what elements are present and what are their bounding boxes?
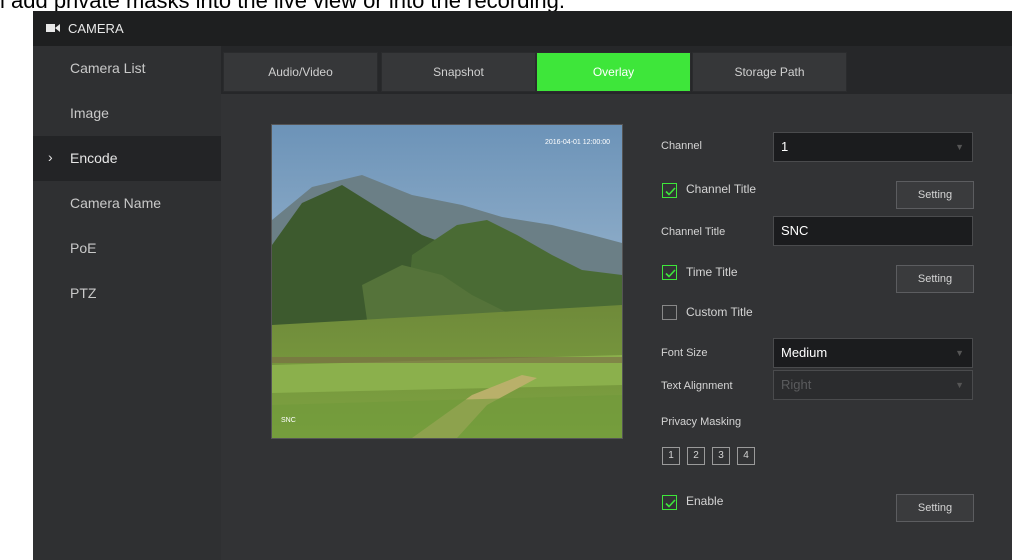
privacy-masking-setting-button[interactable]: Setting <box>896 494 974 522</box>
sidebar-item-camera-list[interactable]: Camera List <box>33 46 221 91</box>
sidebar-item-label: Camera List <box>70 60 146 76</box>
chevron-down-icon: ▼ <box>955 348 964 358</box>
landscape-preview-image <box>272 125 622 438</box>
channel-select[interactable]: 1 ▼ <box>773 132 973 162</box>
enable-checkbox-label: Enable <box>686 494 724 508</box>
chevron-right-icon: › <box>48 149 53 165</box>
window-title: CAMERA <box>68 21 124 36</box>
sidebar-item-poe[interactable]: PoE <box>33 226 221 271</box>
sidebar-item-label: Encode <box>70 150 118 166</box>
sidebar: Camera List Image › Encode Camera Name P… <box>33 46 221 560</box>
sidebar-item-encode[interactable]: › Encode <box>33 136 221 181</box>
channel-title-checkbox-label: Channel Title <box>686 182 757 196</box>
sidebar-item-label: PTZ <box>70 285 97 301</box>
font-size-select-value: Medium <box>781 345 828 360</box>
channel-title-setting-button[interactable]: Setting <box>896 181 974 209</box>
chevron-down-icon: ▼ <box>955 142 964 152</box>
camera-settings-window: CAMERA Camera List Image › Encode Camera… <box>33 11 1012 560</box>
sidebar-item-camera-name[interactable]: Camera Name <box>33 181 221 226</box>
time-title-checkbox[interactable] <box>662 265 677 280</box>
font-size-label: Font Size <box>661 347 708 359</box>
tab-audio-video[interactable]: Audio/Video <box>223 52 378 92</box>
custom-title-checkbox-label: Custom Title <box>686 305 753 319</box>
privacy-mask-1-button[interactable]: 1 <box>662 447 680 465</box>
checkmark-icon <box>665 187 676 196</box>
checkmark-icon <box>665 499 676 508</box>
title-bar: CAMERA <box>33 11 1012 46</box>
channel-label: Channel <box>661 140 702 152</box>
sidebar-item-label: Camera Name <box>70 195 162 211</box>
sidebar-item-image[interactable]: Image <box>33 91 221 136</box>
overlay-panel: 2016-04-01 12:00:00 SNC Channel 1 ▼ Chan… <box>221 94 1012 560</box>
osd-channel-title: SNC <box>281 417 296 424</box>
font-size-select[interactable]: Medium ▼ <box>773 338 973 368</box>
text-alignment-select-value: Right <box>781 377 812 392</box>
checkmark-icon <box>665 269 676 278</box>
channel-title-input[interactable]: SNC <box>773 216 973 246</box>
custom-title-checkbox[interactable] <box>662 305 677 320</box>
sidebar-item-label: Image <box>70 105 109 121</box>
osd-time-title: 2016-04-01 12:00:00 <box>545 139 610 146</box>
privacy-mask-3-button[interactable]: 3 <box>712 447 730 465</box>
tab-strip: Audio/Video Snapshot Overlay Storage Pat… <box>221 46 1012 94</box>
time-title-checkbox-label: Time Title <box>686 265 738 279</box>
tab-storage-path[interactable]: Storage Path <box>692 52 847 92</box>
text-alignment-label: Text Alignment <box>661 380 733 392</box>
text-alignment-select[interactable]: Right ▼ <box>773 370 973 400</box>
sidebar-item-label: PoE <box>70 240 97 256</box>
live-preview: 2016-04-01 12:00:00 SNC <box>271 124 623 439</box>
camera-icon <box>46 24 60 32</box>
tab-overlay[interactable]: Overlay <box>536 52 691 92</box>
channel-select-value: 1 <box>781 139 789 154</box>
enable-checkbox[interactable] <box>662 495 677 510</box>
privacy-masking-label: Privacy Masking <box>661 416 742 428</box>
channel-title-field-label: Channel Title <box>661 226 726 238</box>
chevron-down-icon: ▼ <box>955 380 964 390</box>
privacy-mask-4-button[interactable]: 4 <box>737 447 755 465</box>
channel-title-checkbox[interactable] <box>662 183 677 198</box>
sidebar-item-ptz[interactable]: PTZ <box>33 271 221 316</box>
privacy-mask-2-button[interactable]: 2 <box>687 447 705 465</box>
document-caption: l add private masks into the live view o… <box>0 0 1012 11</box>
tab-snapshot[interactable]: Snapshot <box>381 52 536 92</box>
time-title-setting-button[interactable]: Setting <box>896 265 974 293</box>
